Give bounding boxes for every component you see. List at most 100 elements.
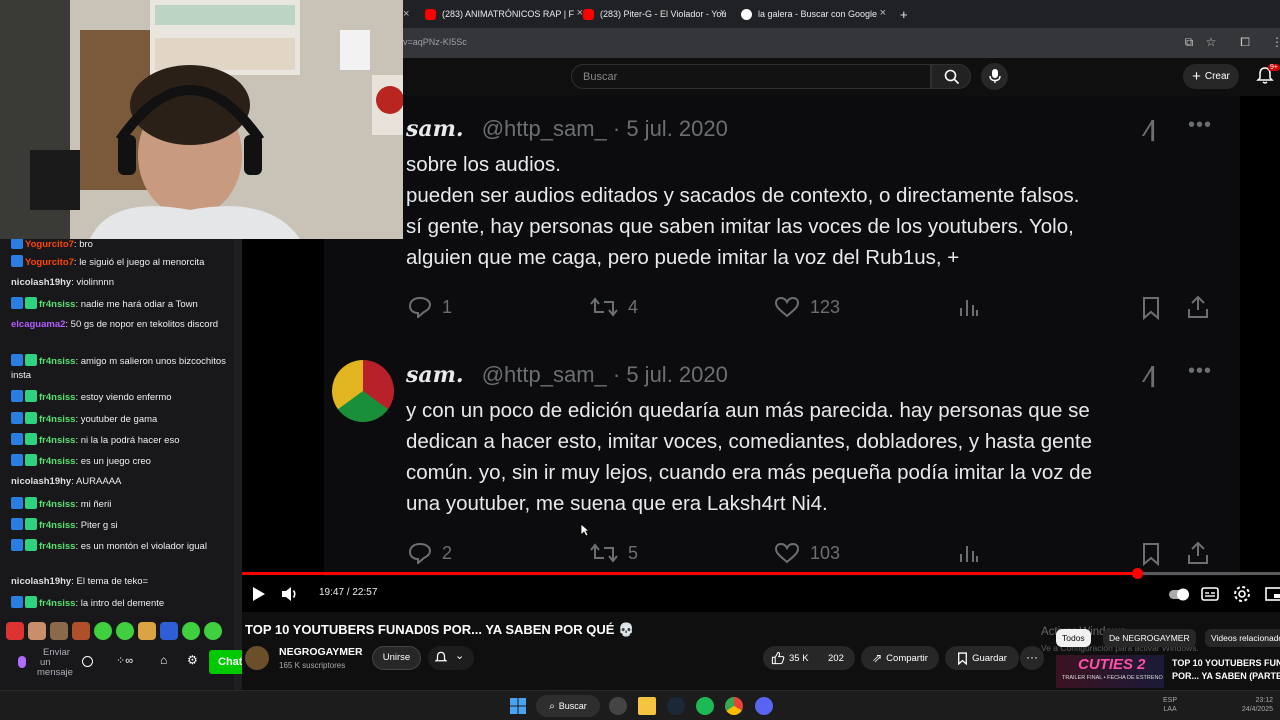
chat-username[interactable]: fr4nsiss <box>39 598 75 609</box>
chat-username[interactable]: nicolash19hy <box>11 576 71 587</box>
save-button[interactable]: Guardar <box>945 646 1019 670</box>
browser-tab-bar: × (283) ANIMATRÓNICOS RAP | F × (283) Pi… <box>403 0 1280 28</box>
chat-message: fr4nsiss: amigo m salieron unos bizcochi… <box>11 354 229 383</box>
chat-username[interactable]: nicolash19hy <box>11 277 71 288</box>
chat-username[interactable]: elcaguama2 <box>11 319 65 330</box>
chat-text: : El tema de teko= <box>71 576 149 587</box>
emote-icon[interactable] <box>72 622 90 640</box>
subtitles-icon[interactable] <box>1200 584 1220 604</box>
chat-username[interactable]: fr4nsiss <box>39 356 75 367</box>
grok-icon: ⁄| <box>1146 116 1156 141</box>
emote-icon[interactable] <box>204 622 222 640</box>
chat-send-button[interactable]: Chat <box>209 650 242 674</box>
search-placeholder: Buscar <box>583 71 618 83</box>
volume-icon[interactable] <box>280 584 300 604</box>
url-text[interactable]: v=aqPNz-KI5Sc <box>403 37 467 47</box>
video-frame: sam. @http_sam_ · 5 jul. 2020 ⁄| ••• sob… <box>324 96 1240 576</box>
video-title: TOP 10 YOUTUBERS FUNAD0S POR... YA SABEN… <box>245 622 635 637</box>
share-button[interactable]: ⇗ Compartir <box>861 646 939 670</box>
bits-icon[interactable]: ⁘∞ <box>116 654 133 667</box>
thumbs-up-icon[interactable] <box>771 651 785 665</box>
tab-close-partial[interactable]: × <box>403 0 413 28</box>
windows-start-icon[interactable] <box>509 697 527 715</box>
app-icon[interactable] <box>609 697 627 715</box>
play-icon[interactable] <box>248 584 268 604</box>
chat-username[interactable]: nicolash19hy <box>11 476 71 487</box>
steam-icon[interactable] <box>667 697 685 715</box>
chip-videos-relacionados[interactable]: Videos relacionados <box>1205 629 1280 647</box>
emote-picker-icon[interactable] <box>82 656 93 667</box>
chat-username[interactable]: fr4nsiss <box>39 499 75 510</box>
chat-username[interactable]: fr4nsiss <box>39 392 75 403</box>
new-tab-button[interactable]: + <box>900 0 908 28</box>
install-app-icon[interactable]: ⧉ <box>1181 34 1197 50</box>
subscriber-badge-icon <box>25 297 37 309</box>
autoplay-toggle-icon[interactable] <box>1168 584 1190 604</box>
miniplayer-icon[interactable] <box>1264 584 1280 604</box>
search-button[interactable] <box>931 64 971 89</box>
emote-row <box>4 622 234 642</box>
chat-username[interactable]: Yogurcito7 <box>25 257 74 268</box>
language-indicator[interactable]: ESP LAA <box>1163 696 1177 714</box>
bookmark-star-icon[interactable]: ☆ <box>1203 34 1219 50</box>
subscriber-badge-icon <box>25 354 37 366</box>
recommendation-thumbnail[interactable]: CUTIES 2 TRAILER FINAL • FECHA DE ESTREN… <box>1056 655 1164 688</box>
chip-de-negrogaymer[interactable]: De NEGROGAYMER <box>1103 629 1196 647</box>
emote-icon[interactable] <box>182 622 200 640</box>
chat-username[interactable]: Yogurcito7 <box>25 239 74 250</box>
chat-username[interactable]: fr4nsiss <box>39 541 75 552</box>
dislike-count[interactable]: 202 <box>828 653 844 664</box>
microphone-icon[interactable] <box>18 656 26 668</box>
system-clock[interactable]: 23:12 24/4/2025 <box>1225 696 1273 714</box>
chat-username[interactable]: fr4nsiss <box>39 414 75 425</box>
chat-input[interactable]: Enviar un mensaje <box>37 648 76 678</box>
tab-animatronicos[interactable]: (283) ANIMATRÓNICOS RAP | F × <box>425 0 583 28</box>
emote-icon[interactable] <box>94 622 112 640</box>
menu-icon[interactable]: ⋮ <box>1269 34 1280 50</box>
store-icon[interactable]: ⌂ <box>160 653 167 667</box>
extensions-icon[interactable]: ⧠ <box>1237 34 1253 50</box>
chrome-icon[interactable] <box>725 697 743 715</box>
chat-settings-gear-icon[interactable]: ⚙ <box>187 653 198 667</box>
chip-todos[interactable]: Todos <box>1056 629 1091 647</box>
tab-close-icon[interactable]: × <box>720 7 726 19</box>
voice-search-button[interactable] <box>981 63 1008 90</box>
emote-icon[interactable] <box>6 622 24 640</box>
chat-username[interactable]: fr4nsiss <box>39 520 75 531</box>
chat-message: fr4nsiss: ni la la podrá hacer eso <box>11 433 229 448</box>
join-button[interactable]: Unirse <box>372 646 421 670</box>
chat-text: : ni la la podrá hacer eso <box>75 435 180 446</box>
time-display: 19:47 / 22:57 <box>319 587 378 598</box>
chat-username[interactable]: fr4nsiss <box>39 456 75 467</box>
channel-avatar[interactable] <box>245 646 269 670</box>
chat-username[interactable]: fr4nsiss <box>39 435 75 446</box>
emote-icon[interactable] <box>138 622 156 640</box>
emote-icon[interactable] <box>28 622 46 640</box>
address-bar[interactable]: v=aqPNz-KI5Sc ⧉ ☆ ⧠ ⋮ <box>403 28 1280 58</box>
subscriber-badge-icon <box>25 539 37 551</box>
chat-username[interactable]: fr4nsiss <box>39 299 75 310</box>
create-button[interactable]: + Crear <box>1183 64 1239 89</box>
emote-icon[interactable] <box>50 622 68 640</box>
spotify-icon[interactable] <box>696 697 714 715</box>
tab-la-galera[interactable]: la galera - Buscar con Google × <box>741 0 886 28</box>
taskbar-search[interactable]: ⌕ Buscar <box>536 695 600 717</box>
emote-icon[interactable] <box>160 622 178 640</box>
search-input[interactable]: Buscar <box>571 64 931 89</box>
tab-piter-g[interactable]: (283) Piter-G - El Violador - You × <box>583 0 726 28</box>
tweet-date: · 5 jul. 2020 <box>612 116 728 141</box>
emote-icon[interactable] <box>116 622 134 640</box>
chat-scrollbar[interactable] <box>234 239 242 690</box>
prime-badge-icon <box>11 433 23 445</box>
bell-icon <box>434 651 448 662</box>
like-count[interactable]: 35 K <box>789 653 809 664</box>
discord-icon[interactable] <box>755 697 773 715</box>
file-explorer-icon[interactable] <box>638 697 656 715</box>
tab-close-icon[interactable]: × <box>880 7 886 19</box>
recommendation-title[interactable]: TOP 10 YOUTUBERS FUNA POR... YA SABEN (P… <box>1172 657 1280 683</box>
channel-name[interactable]: NEGROGAYMER <box>279 646 363 658</box>
webcam-overlay <box>0 0 403 239</box>
subscribe-notifications-button[interactable]: ⌄ <box>428 646 474 670</box>
settings-gear-icon[interactable] <box>1232 584 1252 604</box>
progress-bar[interactable] <box>242 568 1280 579</box>
